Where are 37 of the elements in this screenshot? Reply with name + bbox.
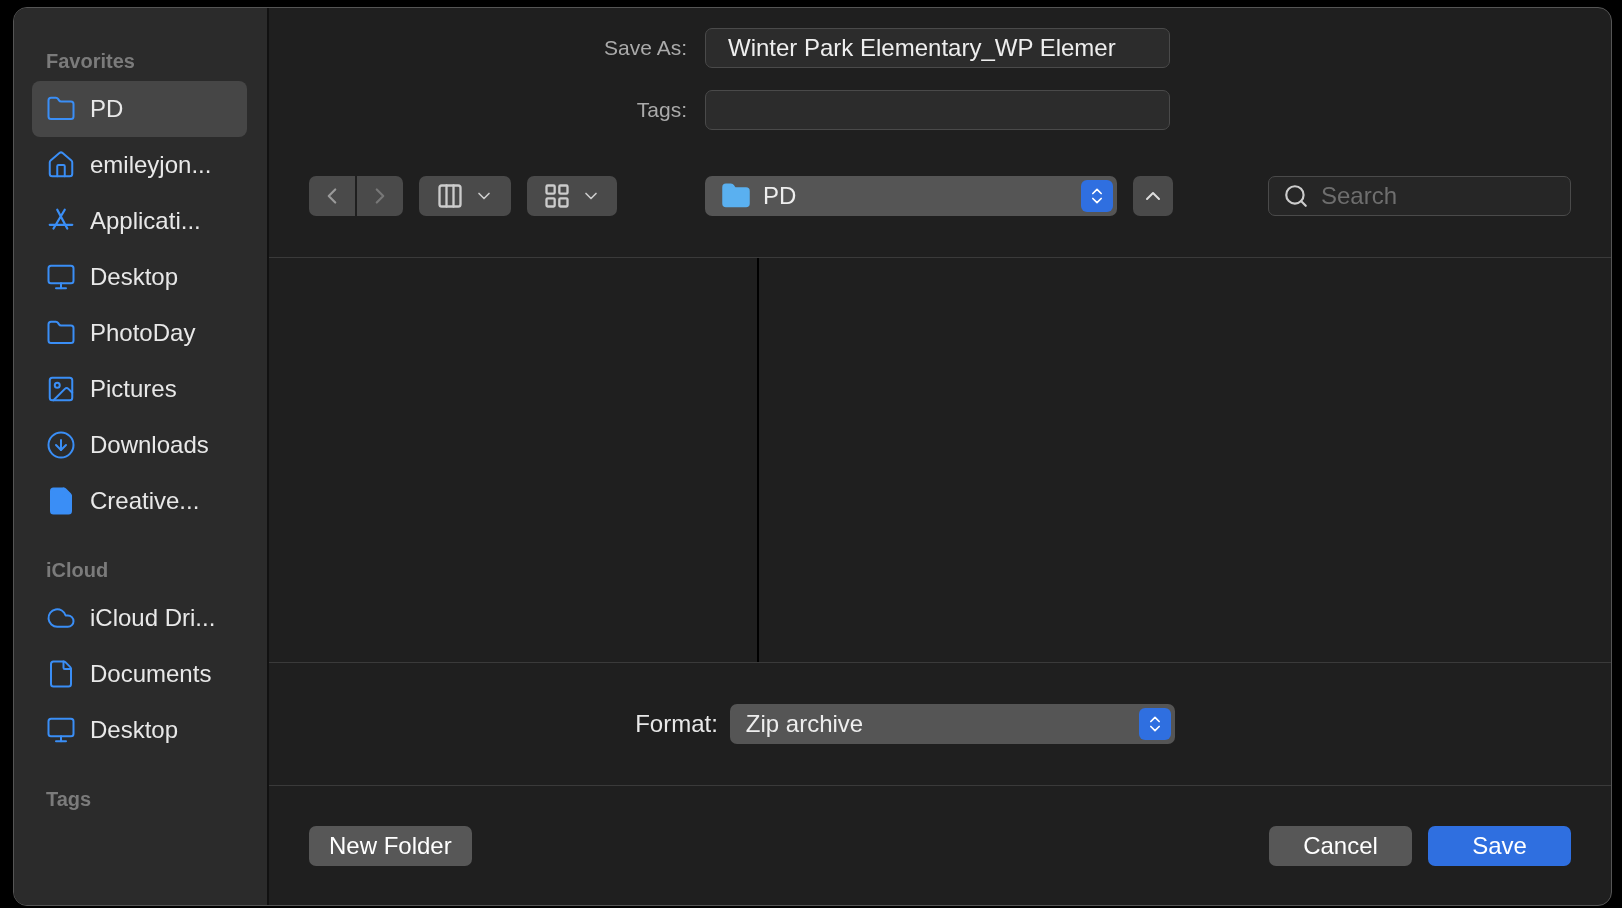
grid-icon — [543, 182, 571, 210]
sidebar-item[interactable]: Pictures — [32, 361, 247, 417]
sidebar-item[interactable]: Desktop — [32, 702, 247, 758]
parent-folder-button[interactable] — [1133, 176, 1173, 216]
desktop-icon — [46, 262, 76, 292]
home-icon — [46, 150, 76, 180]
sidebar-section-title: Favorites — [45, 50, 136, 73]
sidebar-section-title: iCloud — [45, 559, 110, 582]
sidebar-section-title: Tags — [45, 788, 93, 811]
tags-label: Tags: — [635, 98, 688, 122]
search-icon — [1283, 183, 1309, 209]
sidebar-item[interactable]: Applicati... — [32, 193, 247, 249]
format-label: Format: — [635, 710, 718, 738]
desktop-icon — [46, 715, 76, 745]
new-folder-button[interactable]: New Folder — [309, 825, 472, 866]
sidebar-item[interactable]: emileyjon... — [32, 137, 247, 193]
sidebar-item[interactable]: PhotoDay — [32, 305, 247, 361]
location-popup[interactable]: PD — [705, 176, 1117, 216]
sidebar-item[interactable]: Downloads — [32, 417, 247, 473]
pictures-icon — [46, 374, 76, 404]
save-button[interactable]: Save — [1428, 825, 1571, 866]
tags-field[interactable] — [705, 90, 1170, 130]
column-view-button[interactable] — [419, 176, 511, 216]
sidebar-item[interactable]: iCloud Dri... — [32, 590, 247, 646]
format-popup[interactable]: Zip archive — [729, 704, 1175, 744]
stepper-icon — [1081, 180, 1113, 212]
sidebar-item[interactable]: Documents — [32, 646, 247, 702]
grid-view-button[interactable] — [527, 176, 617, 216]
cancel-button[interactable]: Cancel — [1269, 825, 1412, 866]
sidebar-item[interactable]: Creative... — [32, 473, 247, 529]
save-as-field[interactable]: Winter Park Elementary_WP Elemer — [705, 28, 1170, 68]
sidebar-item[interactable]: Desktop — [32, 249, 247, 305]
downloads-icon — [46, 430, 76, 460]
stepper-icon — [1138, 708, 1171, 740]
save-as-label: Save As: — [603, 36, 688, 60]
columns-icon — [436, 182, 464, 210]
sidebar-item[interactable]: PD — [32, 81, 247, 137]
